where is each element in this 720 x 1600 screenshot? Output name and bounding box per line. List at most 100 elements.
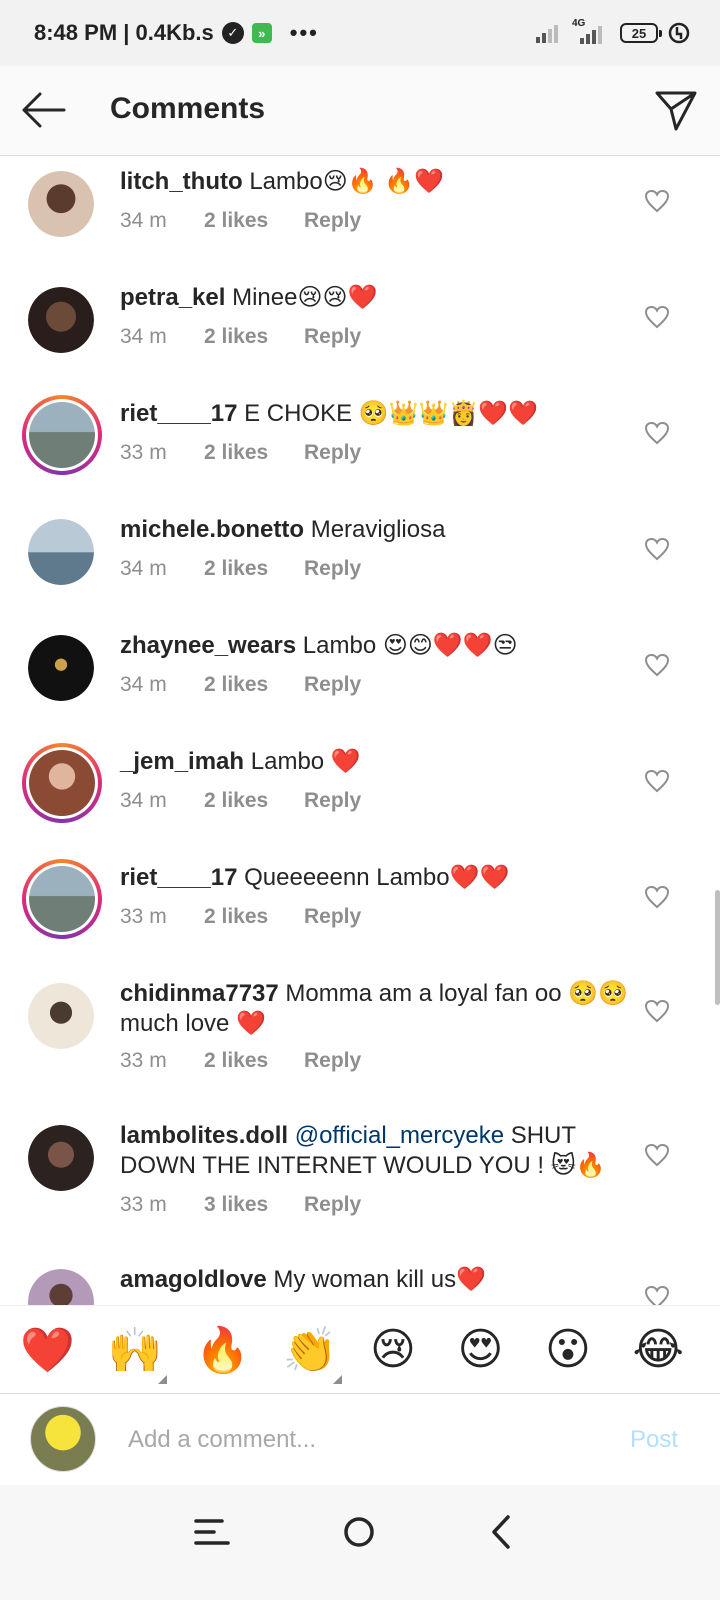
reply-button[interactable]: Reply (304, 325, 361, 349)
reply-button[interactable]: Reply (304, 789, 361, 813)
comment-username[interactable]: zhaynee_wears (120, 632, 296, 659)
comment-meta: 34 m 2 likes Reply (120, 209, 361, 233)
like-heart-icon[interactable] (644, 305, 670, 329)
comment-meta: 33 m 2 likes Reply (120, 1049, 361, 1073)
like-heart-icon[interactable] (644, 189, 670, 213)
comment-text: riet____17 E CHOKE 🥺👑👑👸❤️❤️ (120, 399, 630, 429)
signal-4g-icon: 4G (572, 18, 610, 44)
reply-button[interactable]: Reply (304, 209, 361, 233)
emoji-heart-eyes-button[interactable]: 😍 (458, 1324, 546, 1375)
status-left: 8:48 PM | 0.4Kb.s ✓ » ••• (34, 20, 319, 46)
reply-button[interactable]: Reply (304, 1049, 361, 1073)
back-chevron-icon[interactable] (478, 1507, 528, 1557)
comment-username[interactable]: chidinma7737 (120, 980, 279, 1007)
avatar[interactable] (28, 1125, 94, 1191)
like-heart-icon[interactable] (644, 999, 670, 1023)
comment-likes[interactable]: 2 likes (204, 325, 304, 349)
reply-button[interactable]: Reply (304, 441, 361, 465)
page-title: Comments (110, 92, 266, 125)
comments-header: Comments (0, 66, 720, 156)
home-circle-icon[interactable] (334, 1507, 384, 1557)
avatar[interactable] (28, 635, 94, 701)
like-heart-icon[interactable] (644, 885, 670, 909)
comment-time: 33 m (120, 1193, 167, 1216)
emoji-surprised-button[interactable]: 😮 (545, 1324, 633, 1375)
comment-composer: Post (0, 1393, 720, 1485)
emoji-clap-button[interactable]: 👏 (282, 1324, 371, 1384)
reply-button[interactable]: Reply (304, 673, 361, 697)
emoji-raised-hands-button[interactable]: 🙌 (108, 1324, 196, 1384)
post-button[interactable]: Post (630, 1426, 678, 1454)
status-time: 8:48 PM | 0.4Kb.s (34, 20, 214, 45)
comment-time: 34 m (120, 789, 167, 812)
avatar-story-ring[interactable] (22, 395, 102, 475)
avatar[interactable] (28, 983, 94, 1049)
emoji-crying-button[interactable]: 😢 (370, 1324, 458, 1375)
like-heart-icon[interactable] (644, 653, 670, 677)
like-heart-icon[interactable] (644, 1143, 670, 1167)
comment-likes[interactable]: 2 likes (204, 673, 304, 697)
system-nav-bar (0, 1485, 720, 1600)
comment-time: 34 m (120, 557, 167, 580)
comment-username[interactable]: petra_kel (120, 284, 225, 311)
emoji-heart-button[interactable]: ❤️ (20, 1324, 108, 1376)
comment-username[interactable]: _jem_imah (120, 748, 244, 775)
comment-content: Lambo😢🔥 🔥❤️ (249, 168, 445, 195)
reply-button[interactable]: Reply (304, 905, 361, 929)
like-heart-icon[interactable] (644, 537, 670, 561)
emoji-fire-button[interactable]: 🔥 (195, 1324, 283, 1376)
like-heart-icon[interactable] (644, 769, 670, 793)
comment-text: riet____17 Queeeeenn Lambo❤️❤️ (120, 863, 630, 893)
direct-send-icon[interactable] (654, 88, 698, 132)
comment-likes[interactable]: 2 likes (204, 209, 304, 233)
avatar-story-ring[interactable] (22, 743, 102, 823)
comment-time: 34 m (120, 325, 167, 348)
comment-text: chidinma7737 Momma am a loyal fan oo 🥺🥺 … (120, 979, 630, 1039)
comment-likes[interactable]: 2 likes (204, 905, 304, 929)
arrow-left-icon[interactable] (20, 90, 66, 130)
skin-tone-indicator (333, 1374, 342, 1384)
menu-icon[interactable] (188, 1507, 238, 1557)
comment-likes[interactable]: 2 likes (204, 557, 304, 581)
comment-username[interactable]: amagoldlove (120, 1266, 267, 1293)
comment-content: Lambo 😍😊❤️❤️😒 (302, 632, 518, 659)
comment-content: My woman kill us❤️ (273, 1266, 486, 1293)
emoji-quick-bar: ❤️ 🙌 🔥 👏 😢 😍 😮 😂 (0, 1305, 720, 1393)
comment-likes[interactable]: 2 likes (204, 789, 304, 813)
comment-time: 34 m (120, 209, 167, 232)
comment-time: 33 m (120, 905, 167, 928)
avatar[interactable] (28, 519, 94, 585)
comment-time: 33 m (120, 1049, 167, 1072)
comment-input[interactable] (128, 1420, 568, 1460)
like-heart-icon[interactable] (644, 421, 670, 445)
comment-username[interactable]: riet____17 (120, 400, 237, 427)
current-user-avatar (30, 1406, 96, 1472)
comment-likes[interactable]: 2 likes (204, 1049, 304, 1073)
comment-text: lambolites.doll @official_mercyeke SHUT … (120, 1121, 630, 1181)
avatar[interactable] (28, 171, 94, 237)
comment-username[interactable]: michele.bonetto (120, 516, 304, 543)
comment-content: E CHOKE 🥺👑👑👸❤️❤️ (244, 400, 539, 427)
status-right: 4G 25 (536, 18, 690, 44)
status-bar: 8:48 PM | 0.4Kb.s ✓ » ••• 4G 25 (0, 0, 720, 66)
comment-content: Lambo ❤️ (250, 748, 361, 775)
comment-meta: 33 m 2 likes Reply (120, 905, 361, 929)
skin-tone-indicator (158, 1374, 167, 1384)
comments-list[interactable]: litch_thuto Lambo😢🔥 🔥❤️ 34 m 2 likes Rep… (0, 157, 720, 1332)
emoji-laughing-button[interactable]: 😂 (633, 1324, 720, 1375)
comment-username[interactable]: lambolites.doll (120, 1122, 288, 1149)
comment-username[interactable]: litch_thuto (120, 168, 243, 195)
comment-time: 33 m (120, 441, 167, 464)
comment-meta: 34 m 2 likes Reply (120, 557, 361, 581)
reply-button[interactable]: Reply (304, 1193, 361, 1217)
comment-meta: 34 m 2 likes Reply (120, 673, 361, 697)
comment-username[interactable]: riet____17 (120, 864, 237, 891)
comment-likes[interactable]: 3 likes (204, 1193, 304, 1217)
comment-likes[interactable]: 2 likes (204, 441, 304, 465)
avatar-story-ring[interactable] (22, 859, 102, 939)
avatar[interactable] (28, 287, 94, 353)
emoji-glyph: 👏 (282, 1324, 338, 1376)
comment-mention-link[interactable]: @official_mercyeke (295, 1122, 504, 1149)
scrollbar[interactable] (715, 890, 720, 1005)
reply-button[interactable]: Reply (304, 557, 361, 581)
